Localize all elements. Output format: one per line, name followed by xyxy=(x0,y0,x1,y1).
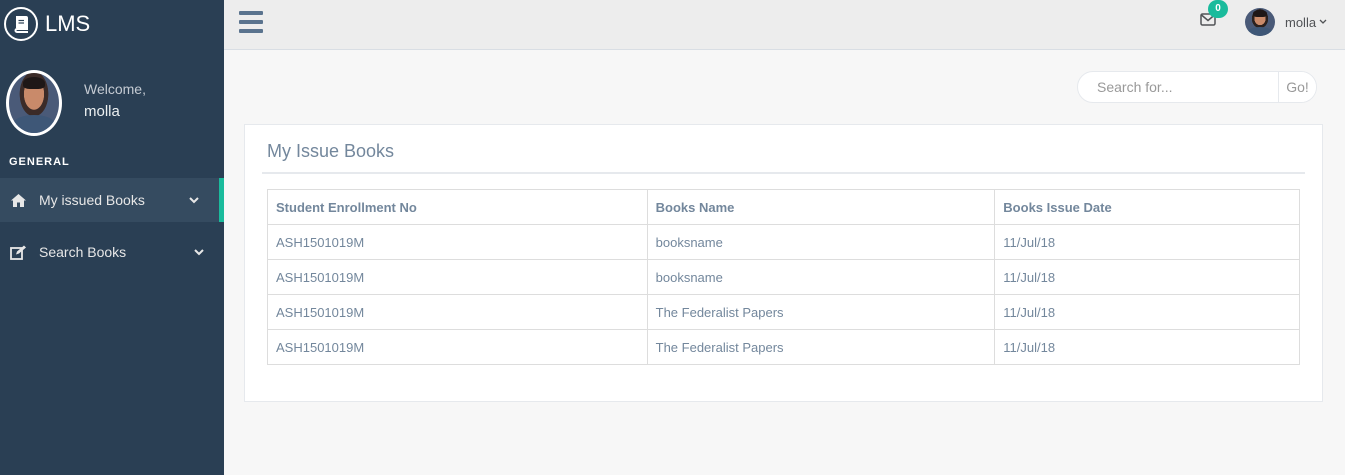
column-header: Student Enrollment No xyxy=(267,189,648,225)
search-group: Go! xyxy=(1077,71,1317,103)
sidebar-item-my-issued-books[interactable]: My issued Books xyxy=(0,178,224,222)
brand-title: LMS xyxy=(45,10,91,36)
home-icon xyxy=(9,191,27,209)
book-name-cell: The Federalist Papers xyxy=(646,294,996,330)
sidebar-item-label: My issued Books xyxy=(39,192,145,208)
avatar xyxy=(6,70,62,136)
book-name-cell: booksname xyxy=(646,259,996,295)
chevron-down-icon xyxy=(194,247,204,257)
enrollment-cell: ASH1501019M xyxy=(267,329,648,365)
enrollment-cell: ASH1501019M xyxy=(267,224,648,260)
user-dropdown[interactable]: molla xyxy=(1245,8,1327,36)
sidebar-item-label: Search Books xyxy=(39,244,127,260)
welcome-text: Welcome, xyxy=(84,81,146,97)
user-name: molla xyxy=(1285,14,1317,30)
table-header-row: Student Enrollment No Books Name Books I… xyxy=(267,189,1300,225)
brand[interactable]: LMS xyxy=(0,0,224,47)
table-row: ASH1501019M The Federalist Papers 11/Jul… xyxy=(267,329,1300,365)
menu-section-title: GENERAL xyxy=(9,156,70,168)
search-input[interactable] xyxy=(1078,72,1278,102)
table-row: ASH1501019M booksname 11/Jul/18 xyxy=(267,224,1300,260)
edit-icon xyxy=(9,243,27,261)
sidebar-item-search-books[interactable]: Search Books xyxy=(0,230,224,274)
issue-date-cell: 11/Jul/18 xyxy=(994,224,1300,260)
issue-date-cell: 11/Jul/18 xyxy=(994,294,1300,330)
profile-username: molla xyxy=(84,103,120,120)
enrollment-cell: ASH1501019M xyxy=(267,294,648,330)
sidebar: LMS Welcome, molla GENERAL My issued Boo… xyxy=(0,0,224,475)
book-name-cell: The Federalist Papers xyxy=(646,329,996,365)
chevron-down-icon xyxy=(1319,18,1327,26)
column-header: Books Issue Date xyxy=(994,189,1300,225)
avatar xyxy=(1245,8,1275,36)
table-row: ASH1501019M The Federalist Papers 11/Jul… xyxy=(267,294,1300,330)
divider xyxy=(262,172,1305,174)
profile: Welcome, molla xyxy=(6,70,218,138)
search-go-button[interactable]: Go! xyxy=(1278,72,1316,102)
enrollment-cell: ASH1501019M xyxy=(267,259,648,295)
issue-date-cell: 11/Jul/18 xyxy=(994,329,1300,365)
issued-books-table: Student Enrollment No Books Name Books I… xyxy=(267,189,1300,365)
book-icon xyxy=(4,6,38,41)
issued-books-panel: My Issue Books Student Enrollment No Boo… xyxy=(244,124,1323,402)
panel-title: My Issue Books xyxy=(267,141,395,161)
top-navbar: 0 molla xyxy=(224,0,1345,50)
column-header: Books Name xyxy=(646,189,996,225)
table-row: ASH1501019M booksname 11/Jul/18 xyxy=(267,259,1300,295)
chevron-down-icon xyxy=(189,195,199,205)
notification-badge: 0 xyxy=(1208,0,1228,18)
book-name-cell: booksname xyxy=(646,224,996,260)
hamburger-menu-icon[interactable] xyxy=(239,11,263,33)
issue-date-cell: 11/Jul/18 xyxy=(994,259,1300,295)
